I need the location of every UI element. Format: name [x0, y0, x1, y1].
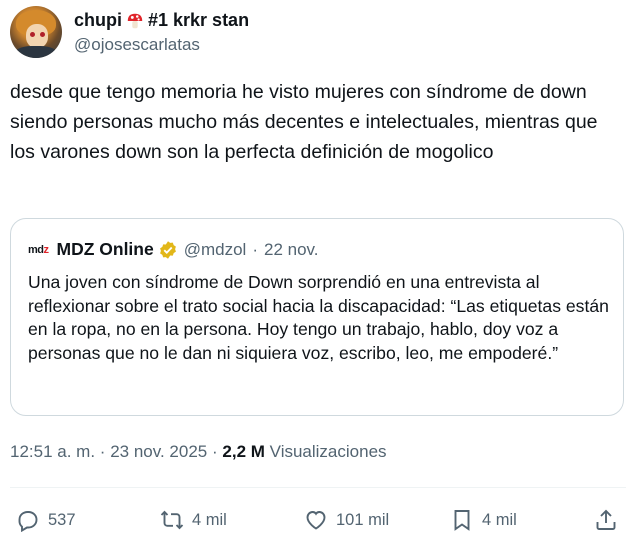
timestamp-separator: · [99, 442, 106, 461]
actions-divider [10, 487, 626, 488]
reply-count: 537 [48, 510, 76, 529]
tweet-header: chupi #1 krkr stan @ojosescarlatas [10, 4, 630, 60]
repost-count: 4 mil [192, 510, 227, 529]
bookmark-icon [454, 510, 470, 531]
logo-accent-letter: z [43, 243, 50, 256]
avatar-eye-right [40, 32, 45, 37]
quote-text: Una joven con síndrome de Down sorprendi… [28, 272, 609, 363]
tweet-time[interactable]: 12:51 a. m. [10, 442, 95, 461]
repost-icon [160, 510, 184, 530]
quoted-tweet[interactable]: mdz MDZ Online @mdzol · 22 nov. Una jove… [10, 218, 624, 416]
quote-header: mdz MDZ Online @mdzol · 22 nov. [28, 239, 319, 260]
tweet-actions-bar: 537 4 mil 101 mil 4 mil [10, 500, 626, 540]
repost-button[interactable]: 4 mil [160, 500, 227, 540]
quote-avatar-logo[interactable]: mdz [28, 244, 49, 256]
quote-date[interactable]: 22 nov. [264, 240, 319, 260]
avatar-eye-left [30, 32, 35, 37]
tweet-date[interactable]: 23 nov. 2025 [110, 442, 207, 461]
quote-author-handle[interactable]: @mdzol [184, 240, 247, 260]
bookmark-count: 4 mil [482, 510, 517, 529]
views-separator: · [211, 442, 218, 461]
avatar-clothing [14, 46, 58, 58]
share-icon [596, 509, 616, 530]
verified-badge-icon [159, 240, 176, 259]
author-name-suffix: #1 krkr stan [148, 10, 250, 30]
author-handle[interactable]: @ojosescarlatas [74, 35, 200, 55]
like-button[interactable]: 101 mil [304, 500, 389, 540]
mushroom-icon [127, 13, 143, 28]
tweet-text: desde que tengo memoria he visto mujeres… [10, 81, 598, 163]
views-label: Visualizaciones [269, 442, 387, 461]
views-count: 2,2 M [222, 442, 265, 461]
author-display-name[interactable]: chupi #1 krkr stan [74, 10, 249, 31]
quote-author-name[interactable]: MDZ Online [57, 239, 154, 260]
author-name: chupi [74, 10, 122, 30]
reply-icon [18, 511, 38, 532]
bookmark-button[interactable]: 4 mil [450, 500, 517, 540]
tweet-timestamp: 12:51 a. m. · 23 nov. 2025 · 2,2 M Visua… [10, 442, 387, 462]
quote-separator: · [252, 239, 258, 259]
reply-button[interactable]: 537 [16, 500, 76, 540]
avatar-face [26, 24, 48, 48]
heart-icon [306, 511, 326, 530]
avatar[interactable] [10, 6, 62, 58]
share-button[interactable] [594, 500, 626, 540]
like-count: 101 mil [336, 510, 390, 529]
